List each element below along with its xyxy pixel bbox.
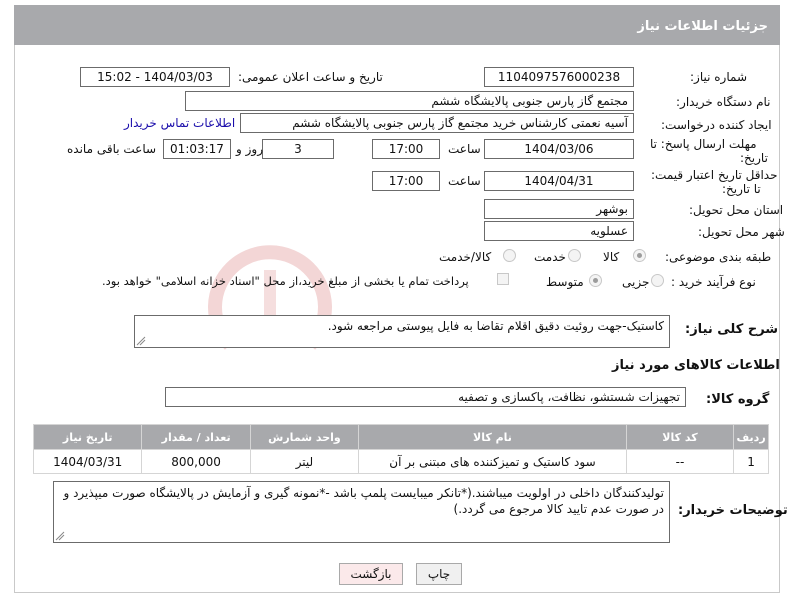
col-row-header: ردیف (733, 424, 769, 450)
province-label: استان محل تحویل: (689, 203, 784, 217)
deadline-label-2: تاریخ: (740, 151, 768, 165)
need-number-field: 1104097576000238 (484, 67, 634, 87)
min-validity-label: حداقل تاریخ اعتبار قیمت: (651, 168, 778, 182)
min-validity-label-2: تا تاریخ: (722, 182, 761, 196)
time-remaining-label: ساعت باقی مانده (67, 142, 157, 156)
process-minor-radio[interactable] (651, 274, 664, 287)
buyer-org-label: نام دستگاه خریدار: (676, 95, 771, 109)
announce-date-field: 1404/03/03 - 15:02 (80, 67, 230, 87)
resize-handle-icon[interactable] (55, 531, 65, 541)
category-label: طبقه بندی موضوعی: (665, 250, 772, 264)
requester-label: ایجاد کننده درخواست: (661, 118, 772, 132)
goods-info-title: اطلاعات کالاهای مورد نیاز (612, 358, 780, 373)
treasury-payment-checkbox[interactable] (497, 273, 509, 285)
resize-handle-icon[interactable] (136, 336, 146, 346)
deadline-label: مهلت ارسال پاسخ: تا (650, 137, 757, 151)
buyer-contact-link[interactable]: اطلاعات تماس خریدار (124, 116, 235, 130)
category-goods-radio[interactable] (633, 249, 646, 262)
validity-time-label: ساعت (448, 174, 481, 188)
back-button[interactable]: بازگشت (339, 563, 403, 585)
category-goods-label: کالا (603, 250, 620, 264)
description-field: کاستیک-جهت روئیت دقیق اقلام تقاضا به فای… (134, 315, 670, 348)
col-qty-header: تعداد / مقدار (141, 424, 251, 450)
process-label: نوع فرآیند خرید : (671, 275, 756, 289)
cell-need-date: 1404/03/31 (32, 449, 143, 474)
days-remaining-field: 3 (262, 139, 334, 159)
page-title: جزئیات اطلاعات نیاز (14, 5, 780, 45)
table-header-row: ردیف کد کالا نام کالا واحد شمارش تعداد /… (32, 424, 769, 450)
treasury-payment-note: پرداخت تمام یا بخشی از مبلغ خرید،از محل … (102, 274, 469, 288)
buyer-notes-field: تولیدکنندگان داخلی در اولویت میباشند.(*ت… (53, 481, 670, 543)
deadline-date-field: 1404/03/06 (484, 139, 634, 159)
announce-date-label: تاریخ و ساعت اعلان عمومی: (238, 70, 383, 84)
buyer-notes-label: توضیحات خریدار: (678, 503, 788, 518)
table-row: 1 -- سود کاستیک و تمیزکننده های مبتنی بر… (32, 449, 769, 474)
days-label: روز و (236, 142, 263, 156)
time-remaining-field: 01:03:17 (163, 139, 231, 159)
print-button[interactable]: چاپ (416, 563, 462, 585)
buyer-org-field: مجتمع گاز پارس جنوبی پالایشگاه ششم (185, 91, 634, 111)
goods-group-label: گروه کالا: (706, 392, 770, 407)
category-goods-service-radio[interactable] (503, 249, 516, 262)
cell-code: -- (625, 449, 735, 474)
city-label: شهر محل تحویل: (698, 225, 785, 239)
goods-group-field: تجهیزات شستشو، نظافت، پاکسازی و تصفیه (165, 387, 686, 407)
col-date-header: تاریخ نیاز (32, 424, 143, 450)
city-field: عسلویه (484, 221, 634, 241)
cell-name: سود کاستیک و تمیزکننده های مبتنی بر آن (358, 449, 627, 474)
cell-unit: لیتر (249, 449, 360, 474)
deadline-time-field: 17:00 (372, 139, 440, 159)
process-medium-radio[interactable] (589, 274, 602, 287)
col-code-header: کد کالا (625, 424, 735, 450)
category-service-radio[interactable] (568, 249, 581, 262)
cell-quantity: 800,000 (141, 449, 251, 474)
cell-row-number: 1 (733, 449, 769, 474)
goods-table: ردیف کد کالا نام کالا واحد شمارش تعداد /… (32, 424, 769, 474)
process-medium-label: متوسط (546, 275, 584, 289)
col-unit-header: واحد شمارش (249, 424, 360, 450)
deadline-time-label: ساعت (448, 142, 481, 156)
need-number-label: شماره نیاز: (690, 70, 747, 84)
category-service-label: خدمت (534, 250, 566, 264)
province-field: بوشهر (484, 199, 634, 219)
validity-time-field: 17:00 (372, 171, 440, 191)
requester-field: آسیه نعمتی کارشناس خرید مجتمع گاز پارس ج… (240, 113, 634, 133)
process-minor-label: جزیی (622, 275, 650, 289)
category-goods-service-label: کالا/خدمت (439, 250, 492, 264)
col-name-header: نام کالا (358, 424, 627, 450)
validity-date-field: 1404/04/31 (484, 171, 634, 191)
description-label: شرح کلی نیاز: (685, 322, 779, 337)
